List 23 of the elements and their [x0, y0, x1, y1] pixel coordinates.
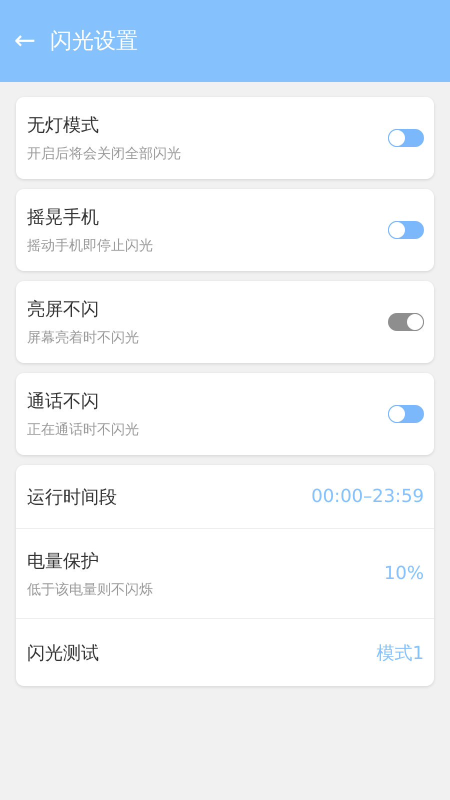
setting-title: 通话不闪: [27, 390, 100, 413]
setting-value: 10%: [384, 563, 424, 584]
page-title: 闪光设置: [50, 28, 138, 56]
toggle-switch[interactable]: [388, 129, 424, 147]
setting-title: 电量保护: [27, 550, 100, 572]
setting-description: 摇动手机即停止闪光: [27, 237, 153, 255]
toggle-switch[interactable]: [388, 221, 424, 239]
setting-title: 亮屏不闪: [27, 298, 100, 321]
setting-title: 摇晃手机: [27, 206, 100, 229]
setting-title: 无灯模式: [27, 114, 100, 137]
setting-title: 运行时间段: [27, 486, 117, 508]
setting-description: 正在通话时不闪光: [27, 421, 139, 439]
toggle-switch[interactable]: [388, 313, 424, 331]
setting-title: 闪光测试: [27, 642, 99, 664]
setting-description: 低于该电量则不闪烁: [27, 580, 153, 598]
setting-description: 屏幕亮着时不闪光: [27, 329, 139, 347]
setting-description: 开启后将会关闭全部闪光: [27, 145, 181, 163]
toggle-switch[interactable]: [388, 405, 424, 423]
setting-value: 模式1: [376, 642, 424, 664]
settings-row[interactable]: 运行时间段 00:00–23:59: [16, 465, 434, 528]
setting-value: 00:00–23:59: [311, 486, 424, 507]
settings-row[interactable]: 电量保护 低于该电量则不闪烁 10%: [16, 528, 434, 618]
settings-row[interactable]: 闪光测试 模式1: [16, 618, 434, 686]
